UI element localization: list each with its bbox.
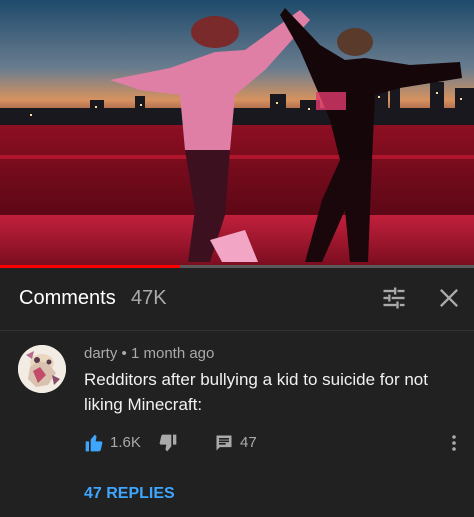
view-replies-button[interactable]: 47 REPLIES (84, 485, 175, 503)
comment-meta: darty • 1 month ago (84, 345, 214, 362)
comments-count: 47K (131, 287, 167, 309)
avatar-image (18, 345, 66, 393)
like-count: 1.6K (110, 434, 141, 451)
dislike-icon[interactable] (158, 431, 178, 455)
comment-text: Redditors after bullying a kid to suicid… (84, 370, 428, 414)
reply-count: 47 (240, 434, 257, 451)
comment-actions: 1.6K 47 (84, 431, 464, 455)
video-player[interactable] (0, 0, 474, 266)
video-frame (0, 0, 474, 266)
comments-title: Comments (19, 287, 116, 309)
reply-icon[interactable] (214, 431, 234, 455)
comment-time: 1 month ago (130, 345, 215, 362)
avatar[interactable] (18, 345, 66, 393)
like-icon[interactable] (84, 431, 104, 455)
comment-item: darty • 1 month ago Redditors after bull… (0, 331, 474, 517)
comments-header: Comments 47K (0, 268, 474, 331)
comment-author[interactable]: darty (84, 345, 117, 362)
close-icon[interactable] (435, 284, 463, 312)
sort-filter-icon[interactable] (380, 284, 408, 312)
meta-separator: • (121, 345, 127, 362)
more-options-icon[interactable] (446, 431, 462, 455)
